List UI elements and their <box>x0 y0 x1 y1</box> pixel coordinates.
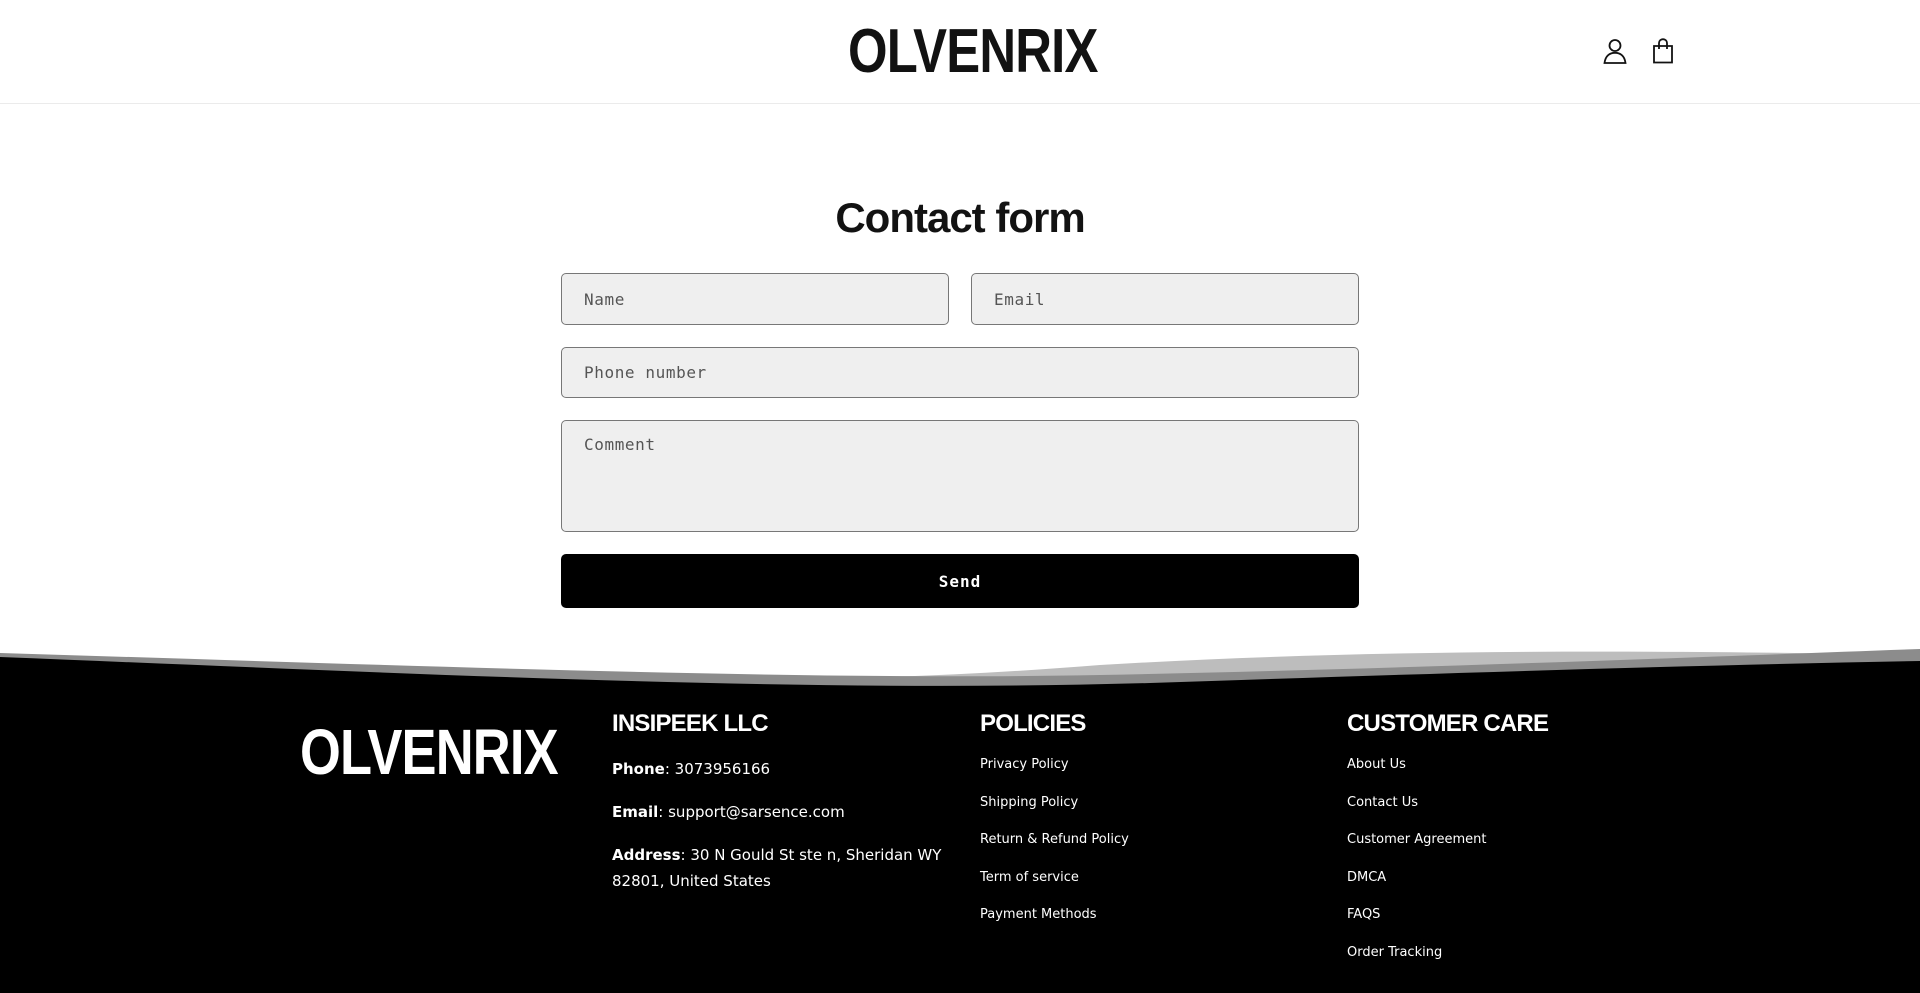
footer-link-contact-us[interactable]: Contact Us <box>1347 794 1667 811</box>
name-input[interactable] <box>561 273 949 325</box>
address-label: Address <box>612 846 681 864</box>
footer-link-dmca[interactable]: DMCA <box>1347 869 1667 886</box>
footer-link-privacy-policy[interactable]: Privacy Policy <box>980 756 1300 773</box>
site-footer: OLVENRIX INSIPEEK LLC Phone: 3073956166 … <box>0 700 1920 993</box>
phone-label: Phone <box>612 760 665 778</box>
footer-link-customer-agreement[interactable]: Customer Agreement <box>1347 831 1667 848</box>
phone-number-input[interactable] <box>561 347 1359 398</box>
company-heading: INSIPEEK LLC <box>612 710 769 737</box>
footer-link-return-refund-policy[interactable]: Return & Refund Policy <box>980 831 1300 848</box>
footer-link-about-us[interactable]: About Us <box>1347 756 1667 773</box>
brand-logo[interactable]: OLVENRIX <box>848 14 1098 90</box>
company-email: Email: support@sarsence.com <box>612 799 942 825</box>
customer-care-heading: CUSTOMER CARE <box>1347 710 1549 737</box>
site-header: OLVENRIX <box>0 0 1920 104</box>
footer-link-payment-methods[interactable]: Payment Methods <box>980 906 1300 923</box>
footer-brand-logo[interactable]: OLVENRIX <box>300 714 559 790</box>
page-title: Contact form <box>835 194 1085 241</box>
footer-link-order-tracking[interactable]: Order Tracking <box>1347 944 1667 961</box>
user-icon[interactable] <box>1600 34 1630 68</box>
shopping-bag-icon[interactable] <box>1648 34 1678 68</box>
footer-link-faqs[interactable]: FAQS <box>1347 906 1667 923</box>
company-phone: Phone: 3073956166 <box>612 756 942 782</box>
customer-care-links: About Us Contact Us Customer Agreement D… <box>1347 756 1667 961</box>
email-value: : support@sarsence.com <box>658 803 845 821</box>
policies-links: Privacy Policy Shipping Policy Return & … <box>980 756 1300 923</box>
email-input[interactable] <box>971 273 1359 325</box>
company-address: Address: 30 N Gould St ste n, Sheridan W… <box>612 842 942 894</box>
footer-policies-column: POLICIES Privacy Policy Shipping Policy … <box>980 708 1300 944</box>
footer-link-shipping-policy[interactable]: Shipping Policy <box>980 794 1300 811</box>
email-label: Email <box>612 803 659 821</box>
footer-company-column: INSIPEEK LLC Phone: 3073956166 Email: su… <box>612 708 942 911</box>
policies-heading: POLICIES <box>980 710 1086 737</box>
footer-customer-care-column: CUSTOMER CARE About Us Contact Us Custom… <box>1347 708 1667 981</box>
footer-wave-divider <box>0 649 1920 705</box>
phone-value: : 3073956166 <box>664 760 771 778</box>
send-button[interactable]: Send <box>561 554 1359 608</box>
footer-link-term-of-service[interactable]: Term of service <box>980 869 1300 886</box>
comment-textarea[interactable] <box>561 420 1359 532</box>
